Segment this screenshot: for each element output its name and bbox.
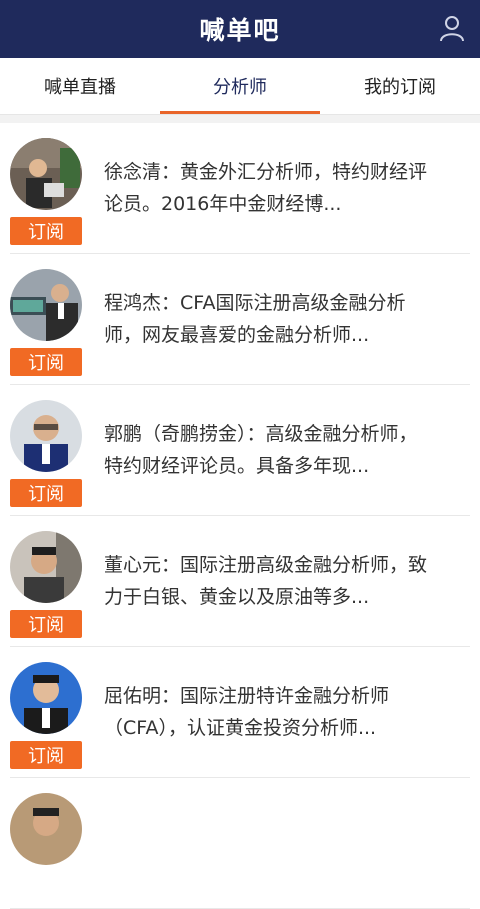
list-item[interactable]: 订阅 徐念清：黄金外汇分析师，特约财经评 论员。2016年中金财经博... [10, 123, 470, 254]
subscribe-button[interactable]: 订阅 [10, 217, 82, 245]
app-title: 喊单吧 [199, 16, 281, 45]
tab-my-subscriptions[interactable]: 我的订阅 [320, 58, 480, 114]
subscribe-button[interactable]: 订阅 [10, 348, 82, 376]
analyst-description: 程鸿杰：CFA国际注册高级金融分析 师，网友最喜爱的金融分析师... [104, 292, 406, 346]
avatar [10, 400, 82, 472]
analyst-description: 董心元：国际注册高级金融分析师，致 力于白银、黄金以及原油等多... [104, 554, 428, 608]
subscribe-button[interactable]: 订阅 [10, 741, 82, 769]
avatar [10, 138, 82, 210]
tab-live-calls[interactable]: 喊单直播 [0, 58, 160, 114]
tab-analysts[interactable]: 分析师 [160, 58, 320, 114]
app-header: 喊单吧 [0, 0, 480, 58]
list-item[interactable]: 订阅 郭鹏（奇鹏捞金）：高级金融分析师， 特约财经评论员。具备多年现... [10, 385, 470, 516]
avatar [10, 793, 82, 865]
avatar [10, 269, 82, 341]
tab-bar: 喊单直播 分析师 我的订阅 [0, 58, 480, 115]
list-item[interactable] [10, 778, 470, 909]
user-icon[interactable] [438, 14, 466, 42]
list-item[interactable]: 订阅 程鸿杰：CFA国际注册高级金融分析 师，网友最喜爱的金融分析师... [10, 254, 470, 385]
analyst-description: 徐念清：黄金外汇分析师，特约财经评 论员。2016年中金财经博... [104, 161, 428, 215]
list-item[interactable]: 订阅 屈佑明：国际注册特许金融分析师 （CFA），认证黄金投资分析师... [10, 647, 470, 778]
avatar [10, 531, 82, 603]
analyst-description: 郭鹏（奇鹏捞金）：高级金融分析师， 特约财经评论员。具备多年现... [104, 423, 418, 477]
avatar [10, 662, 82, 734]
subscribe-button[interactable]: 订阅 [10, 610, 82, 638]
subscribe-button[interactable]: 订阅 [10, 479, 82, 507]
analyst-description: 屈佑明：国际注册特许金融分析师 （CFA），认证黄金投资分析师... [104, 685, 390, 739]
analyst-list: 订阅 徐念清：黄金外汇分析师，特约财经评 论员。2016年中金财经博... 订阅 [0, 123, 480, 909]
list-item[interactable]: 订阅 董心元：国际注册高级金融分析师，致 力于白银、黄金以及原油等多... [10, 516, 470, 647]
